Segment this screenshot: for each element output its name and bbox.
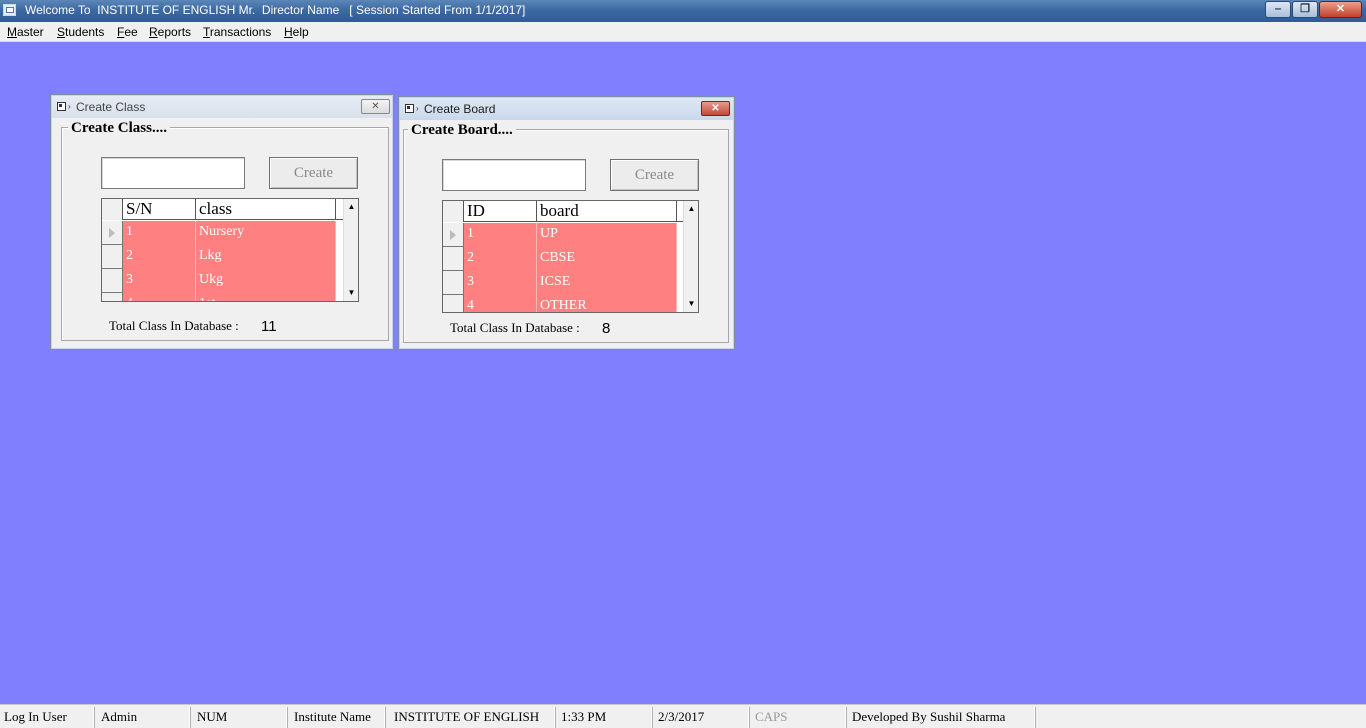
- column-header-id[interactable]: ID: [464, 201, 537, 222]
- menu-students[interactable]: Students: [57, 24, 104, 40]
- create-board-group-label: Create Board....: [408, 122, 516, 138]
- window-icon: [405, 104, 414, 113]
- class-total-value: 11: [261, 318, 277, 335]
- create-board-button[interactable]: Create: [610, 159, 699, 191]
- grid-corner: [102, 199, 123, 220]
- class-name-input[interactable]: [101, 157, 245, 189]
- column-header-board[interactable]: board: [537, 201, 677, 222]
- create-board-window: › Create Board ✕ Create Board.... Create…: [398, 96, 735, 350]
- status-login-label: Log In User: [0, 707, 95, 728]
- scroll-down-icon[interactable]: ▼: [344, 285, 358, 301]
- window-icon: [57, 102, 66, 111]
- app-title-bar[interactable]: Welcome To INSTITUTE OF ENGLISH Mr. Dire…: [0, 0, 1366, 22]
- row-selector[interactable]: [443, 295, 464, 312]
- board-grid[interactable]: ID board 1 UP 2 CBSE 3 ICSE 4 OTHER ▲ ▼: [442, 200, 699, 313]
- menu-bar: Master Students Fee Reports Transactions…: [0, 22, 1366, 42]
- board-total-label: Total Class In Database :: [450, 320, 580, 335]
- table-cell[interactable]: CBSE: [537, 247, 677, 271]
- window-arrow-icon: ›: [416, 104, 419, 113]
- table-cell[interactable]: OTHER: [537, 295, 677, 312]
- table-row[interactable]: 1 Nursery: [102, 221, 343, 245]
- row-selector[interactable]: [102, 221, 123, 245]
- app-title: Welcome To INSTITUTE OF ENGLISH Mr. Dire…: [25, 3, 526, 17]
- maximize-button[interactable]: ❐: [1292, 1, 1318, 18]
- status-bar: Log In User Admin NUM Institute Name INS…: [0, 704, 1366, 728]
- row-selector[interactable]: [102, 245, 123, 269]
- status-institute-label: Institute Name: [290, 707, 386, 728]
- create-class-close-button[interactable]: ✕: [361, 99, 390, 114]
- table-cell[interactable]: 4: [464, 295, 537, 312]
- table-row[interactable]: 3 Ukg: [102, 269, 343, 293]
- table-cell[interactable]: 1: [123, 221, 196, 245]
- status-caps: CAPS: [751, 707, 847, 728]
- table-cell[interactable]: 3: [464, 271, 537, 295]
- menu-reports[interactable]: Reports: [149, 24, 191, 40]
- table-cell[interactable]: 2: [464, 247, 537, 271]
- table-cell[interactable]: UP: [537, 223, 677, 247]
- scroll-up-icon[interactable]: ▲: [344, 199, 358, 215]
- table-row[interactable]: 4 OTHER: [443, 295, 683, 312]
- table-cell[interactable]: 3: [123, 269, 196, 293]
- class-grid[interactable]: S/N class 1 Nursery 2 Lkg 3 Ukg 4 1st ▲ …: [101, 198, 359, 302]
- column-header-class[interactable]: class: [196, 199, 336, 220]
- menu-master[interactable]: Master: [7, 24, 44, 40]
- table-cell[interactable]: Lkg: [196, 245, 336, 269]
- create-class-title-bar[interactable]: › Create Class ✕: [52, 96, 392, 118]
- table-row[interactable]: 3 ICSE: [443, 271, 683, 295]
- board-grid-scrollbar[interactable]: ▲ ▼: [683, 201, 698, 312]
- menu-fee[interactable]: Fee: [117, 24, 138, 40]
- table-row[interactable]: 2 Lkg: [102, 245, 343, 269]
- board-name-input[interactable]: [442, 159, 586, 191]
- table-cell[interactable]: Ukg: [196, 269, 336, 293]
- table-row[interactable]: 4 1st: [102, 293, 343, 301]
- status-num: NUM: [193, 707, 288, 728]
- class-grid-scrollbar[interactable]: ▲ ▼: [343, 199, 358, 301]
- board-total-value: 8: [602, 320, 611, 337]
- create-board-title: Create Board: [424, 102, 496, 116]
- create-board-close-button[interactable]: ✕: [701, 101, 730, 116]
- row-selector[interactable]: [102, 269, 123, 293]
- row-selector[interactable]: [443, 247, 464, 271]
- status-user: Admin: [97, 707, 191, 728]
- table-cell[interactable]: 2: [123, 245, 196, 269]
- class-grid-header: S/N class: [102, 199, 343, 220]
- create-board-title-bar[interactable]: › Create Board ✕: [400, 98, 733, 120]
- row-selector[interactable]: [102, 293, 123, 301]
- minimize-button[interactable]: ‒: [1265, 1, 1291, 18]
- close-button[interactable]: ✕: [1319, 1, 1362, 18]
- menu-help[interactable]: Help: [284, 24, 309, 40]
- scroll-down-icon[interactable]: ▼: [684, 296, 698, 312]
- table-cell[interactable]: 1: [464, 223, 537, 247]
- status-date: 2/3/2017: [654, 707, 750, 728]
- create-class-button[interactable]: Create: [269, 157, 358, 189]
- table-cell[interactable]: Nursery: [196, 221, 336, 245]
- create-class-title: Create Class: [76, 100, 146, 114]
- class-total-label: Total Class In Database :: [109, 318, 239, 333]
- table-cell[interactable]: ICSE: [537, 271, 677, 295]
- grid-corner: [443, 201, 464, 222]
- status-institute: INSTITUTE OF ENGLISH: [390, 707, 556, 728]
- app-icon: [3, 4, 16, 16]
- table-row[interactable]: 1 UP: [443, 223, 683, 247]
- table-cell[interactable]: 4: [123, 293, 196, 301]
- table-cell[interactable]: 1st: [196, 293, 336, 301]
- table-row[interactable]: 2 CBSE: [443, 247, 683, 271]
- scroll-up-icon[interactable]: ▲: [684, 201, 698, 217]
- status-time: 1:33 PM: [557, 707, 653, 728]
- column-header-sn[interactable]: S/N: [123, 199, 196, 220]
- create-class-window: › Create Class ✕ Create Class.... Create…: [50, 94, 394, 350]
- menu-transactions[interactable]: Transactions: [203, 24, 271, 40]
- row-selector[interactable]: [443, 271, 464, 295]
- create-class-group-label: Create Class....: [68, 120, 170, 136]
- row-selector[interactable]: [443, 223, 464, 247]
- board-grid-header: ID board: [443, 201, 683, 222]
- status-developer: Developed By Sushil Sharma: [848, 707, 1036, 728]
- window-arrow-icon: ›: [68, 102, 71, 111]
